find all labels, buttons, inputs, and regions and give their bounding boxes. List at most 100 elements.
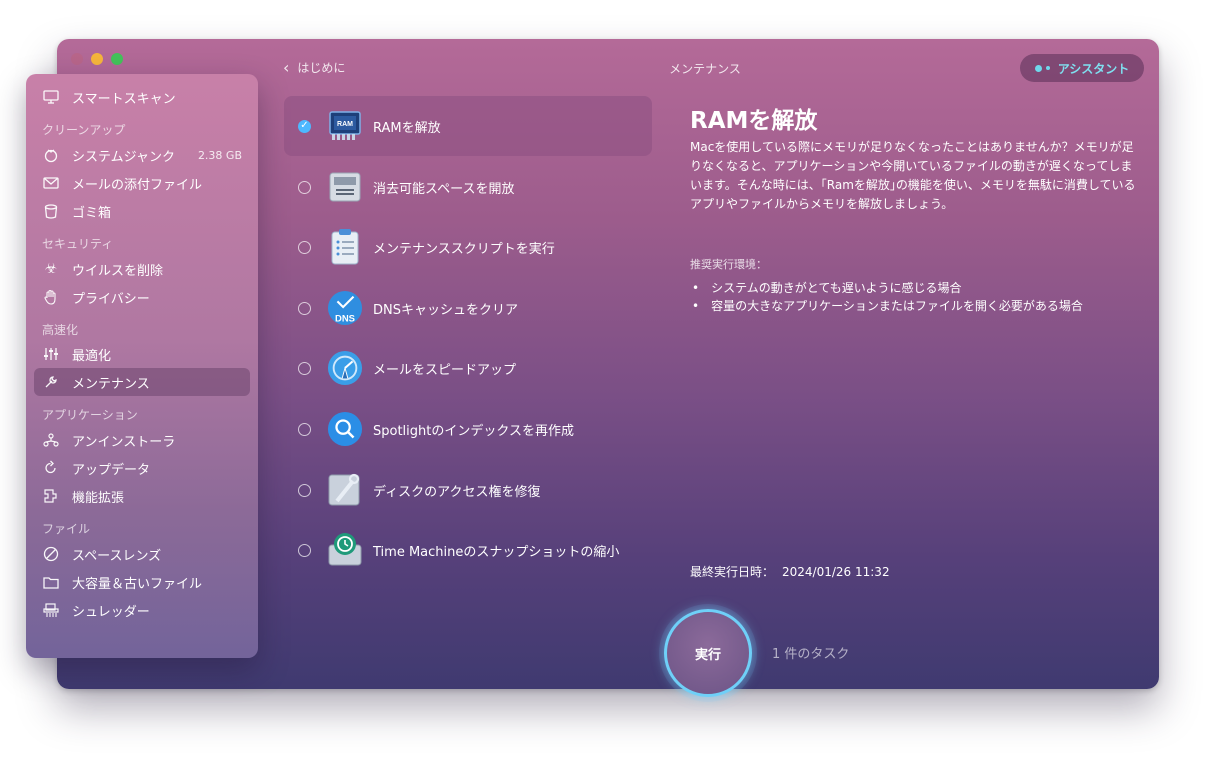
sidebar-item-remove-virus[interactable]: ☣ ウイルスを削除 bbox=[34, 255, 250, 283]
task-thin-time-machine-snapshots[interactable]: Time Machineのスナップショットの縮小 bbox=[284, 520, 652, 580]
sidebar-item-mail-attachments[interactable]: メールの添付ファイル bbox=[34, 169, 250, 197]
mail-speed-icon bbox=[327, 348, 363, 388]
task-checkbox[interactable] bbox=[298, 361, 311, 375]
sliders-icon bbox=[42, 345, 60, 363]
disk-repair-icon bbox=[327, 470, 363, 510]
dns-icon: DNS bbox=[327, 288, 363, 328]
sidebar-item-label: 機能拡張 bbox=[72, 490, 125, 506]
svg-text:RAM: RAM bbox=[337, 121, 353, 128]
back-button[interactable]: ‹ はじめに bbox=[283, 58, 345, 77]
junk-size-badge: 2.38 GB bbox=[197, 148, 242, 162]
recommended-item: システムの動きがとても遅いように感じる場合 bbox=[690, 279, 1083, 297]
sidebar-item-smart-scan[interactable]: スマートスキャン bbox=[34, 83, 250, 111]
recommended-item: 容量の大きなアプリケーションまたはファイルを開く必要がある場合 bbox=[690, 297, 1083, 315]
wrench-icon bbox=[42, 373, 60, 391]
extensions-icon bbox=[42, 487, 60, 505]
sidebar-section-title: セキュリティ bbox=[42, 237, 114, 251]
sidebar-item-shredder[interactable]: シュレッダー bbox=[34, 596, 250, 624]
biohazard-icon: ☣ bbox=[44, 261, 58, 277]
task-label: DNSキャッシュをクリア bbox=[373, 302, 518, 318]
task-speed-up-mail[interactable]: メールをスピードアップ bbox=[284, 338, 652, 398]
sidebar-item-space-lens[interactable]: スペースレンズ bbox=[34, 540, 250, 568]
sidebar-item-label: スペースレンズ bbox=[72, 548, 162, 564]
sidebar-item-label: メールの添付ファイル bbox=[72, 177, 203, 193]
folder-icon bbox=[42, 573, 60, 591]
task-free-up-ram[interactable]: RAM RAMを解放 bbox=[284, 96, 652, 156]
task-free-purgeable-space[interactable]: 消去可能スペースを開放 bbox=[284, 157, 652, 217]
task-checkbox[interactable] bbox=[298, 119, 311, 133]
chevron-left-icon: ‹ bbox=[283, 58, 290, 77]
sidebar-item-label: 大容量＆古いファイル bbox=[72, 576, 203, 592]
minimize-window-button[interactable] bbox=[91, 53, 103, 65]
close-window-button[interactable] bbox=[71, 53, 83, 65]
clipboard-icon bbox=[327, 227, 363, 267]
sidebar-item-large-old-files[interactable]: 大容量＆古いファイル bbox=[34, 568, 250, 596]
sidebar-item-extensions[interactable]: 機能拡張 bbox=[34, 482, 250, 510]
sidebar-item-label: メンテナンス bbox=[72, 376, 150, 392]
assistant-small-dot-icon bbox=[1045, 66, 1050, 70]
task-flush-dns-cache[interactable]: DNS DNSキャッシュをクリア bbox=[284, 278, 652, 338]
back-label: はじめに bbox=[297, 61, 346, 75]
sidebar-item-trash[interactable]: ゴミ箱 bbox=[34, 197, 250, 225]
sidebar-section-title: アプリケーション bbox=[42, 408, 138, 422]
sidebar-item-label: システムジャンク bbox=[72, 149, 175, 165]
last-run: 最終実行日時： 2024/01/26 11:32 bbox=[690, 563, 890, 580]
task-reindex-spotlight[interactable]: Spotlightのインデックスを再作成 bbox=[284, 399, 652, 459]
sidebar-item-label: ゴミ箱 bbox=[72, 205, 112, 221]
task-label: メールをスピードアップ bbox=[373, 362, 517, 378]
time-machine-icon bbox=[327, 530, 363, 570]
task-checkbox[interactable] bbox=[298, 180, 311, 194]
window-controls bbox=[71, 53, 123, 65]
ram-chip-icon: RAM bbox=[327, 106, 363, 146]
updater-icon bbox=[42, 459, 60, 477]
recommended-label: 推奨実行環境： bbox=[690, 258, 767, 271]
task-checkbox[interactable] bbox=[298, 422, 311, 436]
task-run-maintenance-scripts[interactable]: メンテナンススクリプトを実行 bbox=[284, 217, 652, 277]
envelope-icon bbox=[42, 174, 60, 192]
sidebar: スマートスキャン クリーンアップ システムジャンク 2.38 GB メールの添付… bbox=[26, 74, 258, 658]
zoom-window-button[interactable] bbox=[111, 53, 123, 65]
task-checkbox[interactable] bbox=[298, 483, 311, 497]
sidebar-item-system-junk[interactable]: システムジャンク 2.38 GB bbox=[34, 141, 250, 169]
sidebar-item-label: スマートスキャン bbox=[72, 91, 176, 107]
sidebar-item-optimization[interactable]: 最適化 bbox=[34, 340, 250, 368]
sidebar-section-title: クリーンアップ bbox=[42, 123, 126, 137]
trash-drum-icon bbox=[42, 146, 60, 164]
monitor-icon bbox=[42, 88, 60, 106]
task-label: メンテナンススクリプトを実行 bbox=[373, 241, 555, 257]
sidebar-item-label: プライバシー bbox=[72, 291, 150, 307]
task-label: ディスクのアクセス権を修復 bbox=[373, 484, 541, 500]
task-repair-disk-permissions[interactable]: ディスクのアクセス権を修復 bbox=[284, 460, 652, 520]
sidebar-item-label: アンインストーラ bbox=[72, 434, 176, 450]
run-button[interactable]: 実行 bbox=[664, 609, 752, 697]
recommended-list: システムの動きがとても遅いように感じる場合 容量の大きなアプリケーションまたはフ… bbox=[690, 279, 1083, 315]
task-checkbox[interactable] bbox=[298, 240, 311, 254]
assistant-button[interactable]: アシスタント bbox=[1020, 54, 1144, 82]
detail-title: RAMを解放 bbox=[690, 108, 818, 134]
sidebar-item-label: アップデータ bbox=[72, 462, 151, 478]
task-label: RAMを解放 bbox=[373, 120, 441, 136]
hand-icon bbox=[42, 288, 60, 306]
sidebar-item-label: ウイルスを削除 bbox=[72, 263, 164, 279]
assistant-label: アシスタント bbox=[1057, 61, 1130, 76]
disk-drive-icon bbox=[327, 167, 363, 207]
task-checkbox[interactable] bbox=[298, 543, 311, 557]
sidebar-item-privacy[interactable]: プライバシー bbox=[34, 283, 250, 311]
run-button-glow: 実行 bbox=[659, 604, 757, 702]
shredder-icon bbox=[42, 601, 60, 619]
sidebar-item-updater[interactable]: アップデータ bbox=[34, 454, 250, 482]
detail-description: Macを使用している際にメモリが足りなくなったことはありませんか？メモリが足りな… bbox=[690, 140, 1136, 211]
last-run-label: 最終実行日時： bbox=[690, 565, 775, 579]
sidebar-item-uninstaller[interactable]: アンインストーラ bbox=[34, 426, 250, 454]
sidebar-item-maintenance[interactable]: メンテナンス bbox=[34, 368, 250, 396]
sidebar-item-label: シュレッダー bbox=[72, 604, 150, 620]
sidebar-section-title: ファイル bbox=[42, 522, 91, 536]
page-title: メンテナンス bbox=[669, 62, 741, 76]
task-checkbox[interactable] bbox=[298, 301, 311, 315]
space-lens-icon bbox=[42, 545, 60, 563]
task-count: 1 件のタスク bbox=[772, 647, 850, 662]
sidebar-item-label: 最適化 bbox=[72, 348, 112, 364]
task-label: 消去可能スペースを開放 bbox=[373, 181, 515, 197]
last-run-value: 2024/01/26 11:32 bbox=[782, 565, 890, 579]
spotlight-icon bbox=[327, 409, 363, 449]
